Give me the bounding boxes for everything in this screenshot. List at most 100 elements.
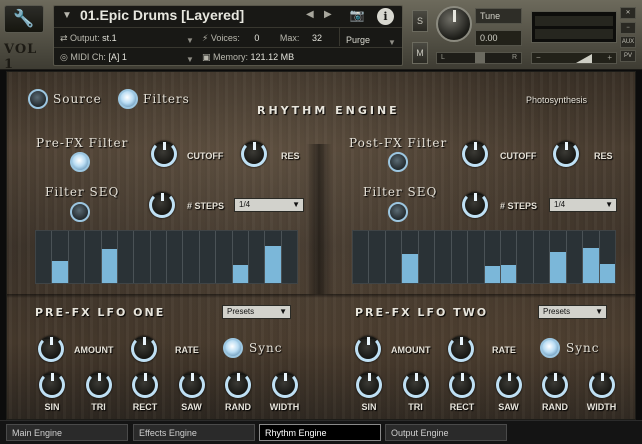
memory-icon: ▣ <box>202 52 214 62</box>
post-seq-step-10[interactable] <box>500 231 518 283</box>
pre-seq-step-10[interactable] <box>183 231 200 283</box>
volume-slider[interactable]: − + <box>531 52 617 64</box>
post-seq-step-16[interactable] <box>599 231 615 283</box>
post-seq-step-8[interactable] <box>468 231 485 283</box>
pre-filter-seq-toggle[interactable] <box>70 202 90 222</box>
pre-fx-filter-toggle[interactable] <box>70 152 90 172</box>
lfo-one-rate-knob[interactable] <box>131 336 157 362</box>
post-seq-step-5[interactable] <box>418 231 436 283</box>
next-instrument-icon[interactable]: ▶ <box>324 9 332 20</box>
pv-button[interactable]: PV <box>620 50 636 62</box>
lfo-two-tri-knob[interactable] <box>402 372 429 398</box>
info-icon[interactable]: i <box>377 8 394 25</box>
aux-button[interactable]: AUX <box>620 36 636 48</box>
post-seq-step-7[interactable] <box>451 231 469 283</box>
post-seq-step-3[interactable] <box>385 231 403 283</box>
camera-icon[interactable]: 📷 <box>346 8 368 25</box>
pre-seq-step-15[interactable] <box>265 231 282 283</box>
pre-seq-step-16[interactable] <box>281 231 297 283</box>
lfo-two-presets-dropdown[interactable]: Presets ▼ <box>538 305 607 319</box>
lfo-two-amount-knob[interactable] <box>355 336 381 362</box>
pan-slider[interactable]: L R <box>436 52 522 64</box>
mute-button[interactable]: M <box>412 42 428 64</box>
post-seq-step-2[interactable] <box>369 231 386 283</box>
pre-seq-step-level <box>232 265 248 283</box>
close-icon[interactable]: ✕ <box>620 7 636 19</box>
instrument-info-panel: ▼ 01.Epic Drums [Layered] ◀ ▶ 📷 i ⇄ Outp… <box>53 5 403 66</box>
post-seq-step-15[interactable] <box>583 231 600 283</box>
post-steps-dropdown[interactable]: 1/4 ▼ <box>549 198 617 212</box>
midi-channel-selector[interactable]: ◎ MIDI Ch: [A] 1 <box>60 52 127 67</box>
tune-value[interactable]: 0.00 <box>475 30 522 46</box>
output-dropdown-icon[interactable]: ▼ <box>186 36 194 45</box>
post-seq-step-11[interactable] <box>517 231 534 283</box>
pre-seq-step-3[interactable] <box>68 231 86 283</box>
pre-seq-step-4[interactable] <box>85 231 102 283</box>
output-selector[interactable]: ⇄ Output: st.1 <box>60 33 117 48</box>
post-filter-seq-toggle[interactable] <box>388 202 408 222</box>
pan-handle-icon[interactable] <box>475 52 485 63</box>
post-seq-step-13[interactable] <box>550 231 567 283</box>
lfo-two-rate-knob[interactable] <box>448 336 474 362</box>
volume-handle-icon[interactable] <box>576 54 592 63</box>
post-seq-step-9[interactable] <box>484 231 501 283</box>
post-seq-step-6[interactable] <box>435 231 452 283</box>
filters-radio[interactable] <box>118 89 138 109</box>
lfo-one-sin-knob[interactable] <box>39 372 65 398</box>
lfo-one-presets-dropdown[interactable]: Presets ▼ <box>222 305 291 319</box>
tab-effects-engine[interactable]: Effects Engine <box>133 424 255 441</box>
purge-menu[interactable]: Purge ▼ <box>339 27 401 47</box>
post-seq-knob[interactable] <box>462 192 488 218</box>
lfo-one-width-knob[interactable] <box>271 372 298 398</box>
post-res-knob[interactable] <box>553 141 579 167</box>
pre-seq-step-7[interactable] <box>134 231 151 283</box>
lfo-one-sync-toggle[interactable] <box>223 338 243 358</box>
pre-seq-step-6[interactable] <box>117 231 135 283</box>
prev-instrument-icon[interactable]: ◀ <box>306 9 314 20</box>
pre-seq-step-5[interactable] <box>101 231 118 283</box>
lfo-one-rand-knob[interactable] <box>225 372 251 398</box>
post-cutoff-knob[interactable] <box>462 141 488 167</box>
pre-seq-step-8[interactable] <box>150 231 167 283</box>
source-radio[interactable] <box>28 89 48 109</box>
lfo-one-rect-knob[interactable] <box>132 372 158 398</box>
pre-seq-step-13[interactable] <box>232 231 249 283</box>
lfo-two-saw-knob[interactable] <box>495 372 522 398</box>
post-filter-step-sequencer[interactable] <box>352 230 616 284</box>
lfo-two-rect-knob[interactable] <box>449 372 475 398</box>
solo-button[interactable]: S <box>412 10 428 32</box>
lfo-one-tri-knob[interactable] <box>85 372 112 398</box>
pre-res-knob[interactable] <box>241 141 267 167</box>
instrument-name[interactable]: 01.Epic Drums [Layered] <box>80 7 244 23</box>
pre-seq-step-2[interactable] <box>52 231 69 283</box>
tune-knob[interactable] <box>436 6 472 42</box>
minimize-icon[interactable]: − <box>620 22 636 34</box>
lfo-two-sin-knob[interactable] <box>356 372 382 398</box>
wrench-icon[interactable]: 🔧 <box>4 5 44 33</box>
pre-cutoff-knob[interactable] <box>151 141 177 167</box>
tab-main-engine[interactable]: Main Engine <box>6 424 128 441</box>
pre-filter-step-sequencer[interactable] <box>35 230 298 284</box>
tab-output-engine[interactable]: Output Engine <box>385 424 507 441</box>
midi-dropdown-icon[interactable]: ▼ <box>186 55 194 64</box>
post-seq-step-14[interactable] <box>566 231 584 283</box>
pre-seq-step-9[interactable] <box>167 231 184 283</box>
pre-seq-step-11[interactable] <box>199 231 217 283</box>
lfo-one-amount-knob[interactable] <box>38 336 64 362</box>
lfo-two-width-knob[interactable] <box>588 372 615 398</box>
post-seq-step-12[interactable] <box>533 231 551 283</box>
post-seq-step-4[interactable] <box>402 231 419 283</box>
minus-icon: − <box>536 53 541 62</box>
pre-seq-step-12[interactable] <box>216 231 233 283</box>
pre-steps-dropdown[interactable]: 1/4 ▼ <box>234 198 304 212</box>
pre-seq-knob[interactable] <box>149 192 175 218</box>
pre-seq-step-14[interactable] <box>248 231 266 283</box>
lfo-two-sync-toggle[interactable] <box>540 338 560 358</box>
pre-seq-step-1[interactable] <box>36 231 53 283</box>
lfo-two-rand-knob[interactable] <box>542 372 568 398</box>
post-fx-filter-toggle[interactable] <box>388 152 408 172</box>
lfo-one-saw-knob[interactable] <box>178 372 205 398</box>
post-seq-step-1[interactable] <box>353 231 370 283</box>
collapse-triangle-icon[interactable]: ▼ <box>62 10 72 21</box>
tab-rhythm-engine[interactable]: Rhythm Engine <box>259 424 381 441</box>
